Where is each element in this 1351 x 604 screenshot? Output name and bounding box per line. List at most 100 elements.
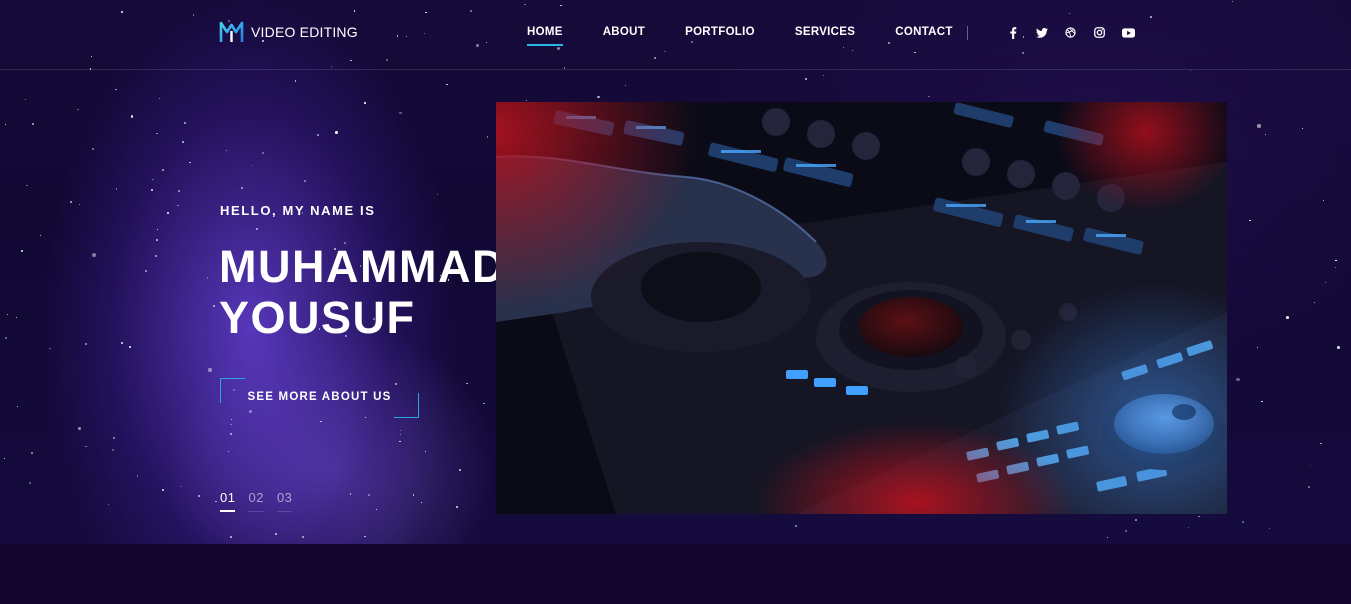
star: [156, 132, 158, 135]
page-bottom-band: [0, 544, 1351, 604]
twitter-icon[interactable]: [1033, 25, 1050, 40]
star: [456, 506, 459, 508]
star: [215, 500, 217, 502]
facebook-icon[interactable]: [1004, 25, 1021, 40]
star: [230, 536, 232, 538]
nav-contact[interactable]: CONTACT: [895, 26, 952, 46]
star: [412, 493, 415, 496]
slide-dot-02[interactable]: 02: [248, 490, 264, 512]
star: [4, 457, 6, 460]
star: [240, 187, 243, 190]
star: [4, 123, 7, 126]
main-nav: HOME ABOUT PORTFOLIO SERVICES CONTACT: [527, 26, 953, 46]
star: [1257, 124, 1261, 129]
star: [115, 188, 118, 191]
star: [275, 532, 278, 535]
star: [161, 168, 164, 171]
nav-divider: [967, 26, 968, 40]
star: [77, 109, 79, 111]
star: [1324, 281, 1326, 283]
star: [197, 495, 200, 497]
star: [804, 77, 807, 81]
name-line-last: YOUSUF: [219, 292, 416, 343]
star: [229, 433, 232, 435]
star: [1198, 515, 1200, 518]
dribbble-icon[interactable]: [1062, 25, 1079, 40]
star: [1301, 127, 1303, 130]
star: [156, 239, 158, 241]
star: [822, 74, 824, 76]
star: [78, 203, 80, 205]
star: [425, 450, 427, 453]
star: [48, 347, 51, 350]
star: [261, 152, 264, 155]
star: [182, 141, 184, 143]
star: [1135, 518, 1137, 521]
slider-pagination: 01 02 03: [220, 490, 293, 512]
star: [928, 96, 930, 98]
star: [1335, 259, 1337, 262]
star: [301, 535, 304, 538]
star: [1322, 199, 1324, 201]
star: [120, 341, 124, 345]
instagram-icon[interactable]: [1091, 25, 1108, 40]
hero-image: [496, 102, 1227, 514]
star: [157, 228, 159, 231]
see-more-button[interactable]: SEE MORE ABOUT US: [220, 378, 419, 418]
star: [1320, 443, 1322, 445]
logo-text: VIDEO EDITING: [251, 24, 358, 40]
site-header: VIDEO EDITING HOME ABOUT PORTFOLIO SERVI…: [0, 0, 1351, 70]
star: [162, 489, 164, 491]
star: [399, 433, 402, 436]
star: [251, 165, 253, 167]
youtube-icon[interactable]: [1120, 25, 1137, 40]
star: [15, 316, 18, 319]
star: [320, 420, 322, 423]
star: [85, 446, 87, 448]
star: [1265, 134, 1267, 136]
slide-dot-01[interactable]: 01: [220, 490, 236, 512]
star: [78, 427, 81, 430]
star: [1261, 400, 1263, 403]
star: [1190, 70, 1192, 72]
nav-services[interactable]: SERVICES: [795, 26, 855, 46]
star: [176, 204, 179, 207]
nav-portfolio[interactable]: PORTFOLIO: [685, 26, 755, 46]
star: [28, 482, 31, 484]
slide-dot-03[interactable]: 03: [276, 490, 293, 512]
star: [1268, 527, 1270, 529]
social-links: [1004, 25, 1137, 40]
logo[interactable]: VIDEO EDITING: [219, 20, 358, 44]
hero-name-heading: MUHAMMAD YOUSUF: [219, 241, 506, 343]
star: [92, 148, 94, 150]
star: [399, 430, 402, 432]
star: [1188, 526, 1190, 529]
star: [1286, 316, 1289, 320]
star: [130, 115, 133, 118]
star: [189, 161, 191, 163]
see-more-button-label: SEE MORE ABOUT US: [247, 391, 392, 403]
star: [350, 493, 352, 495]
star: [399, 111, 402, 115]
star: [1307, 486, 1310, 488]
star: [304, 180, 306, 182]
star: [230, 418, 232, 420]
star: [230, 424, 232, 426]
star: [213, 304, 216, 307]
star: [92, 253, 96, 257]
star: [375, 508, 377, 511]
star: [364, 536, 366, 538]
star: [69, 200, 72, 203]
star: [420, 501, 423, 504]
star: [625, 85, 627, 87]
star: [208, 368, 212, 372]
star: [1256, 346, 1259, 348]
star: [1242, 520, 1245, 523]
star: [4, 337, 7, 339]
star: [1106, 536, 1109, 539]
star: [316, 134, 319, 136]
nav-about[interactable]: ABOUT: [603, 26, 645, 46]
star: [136, 475, 139, 477]
nav-home[interactable]: HOME: [527, 26, 563, 46]
star: [364, 102, 366, 104]
